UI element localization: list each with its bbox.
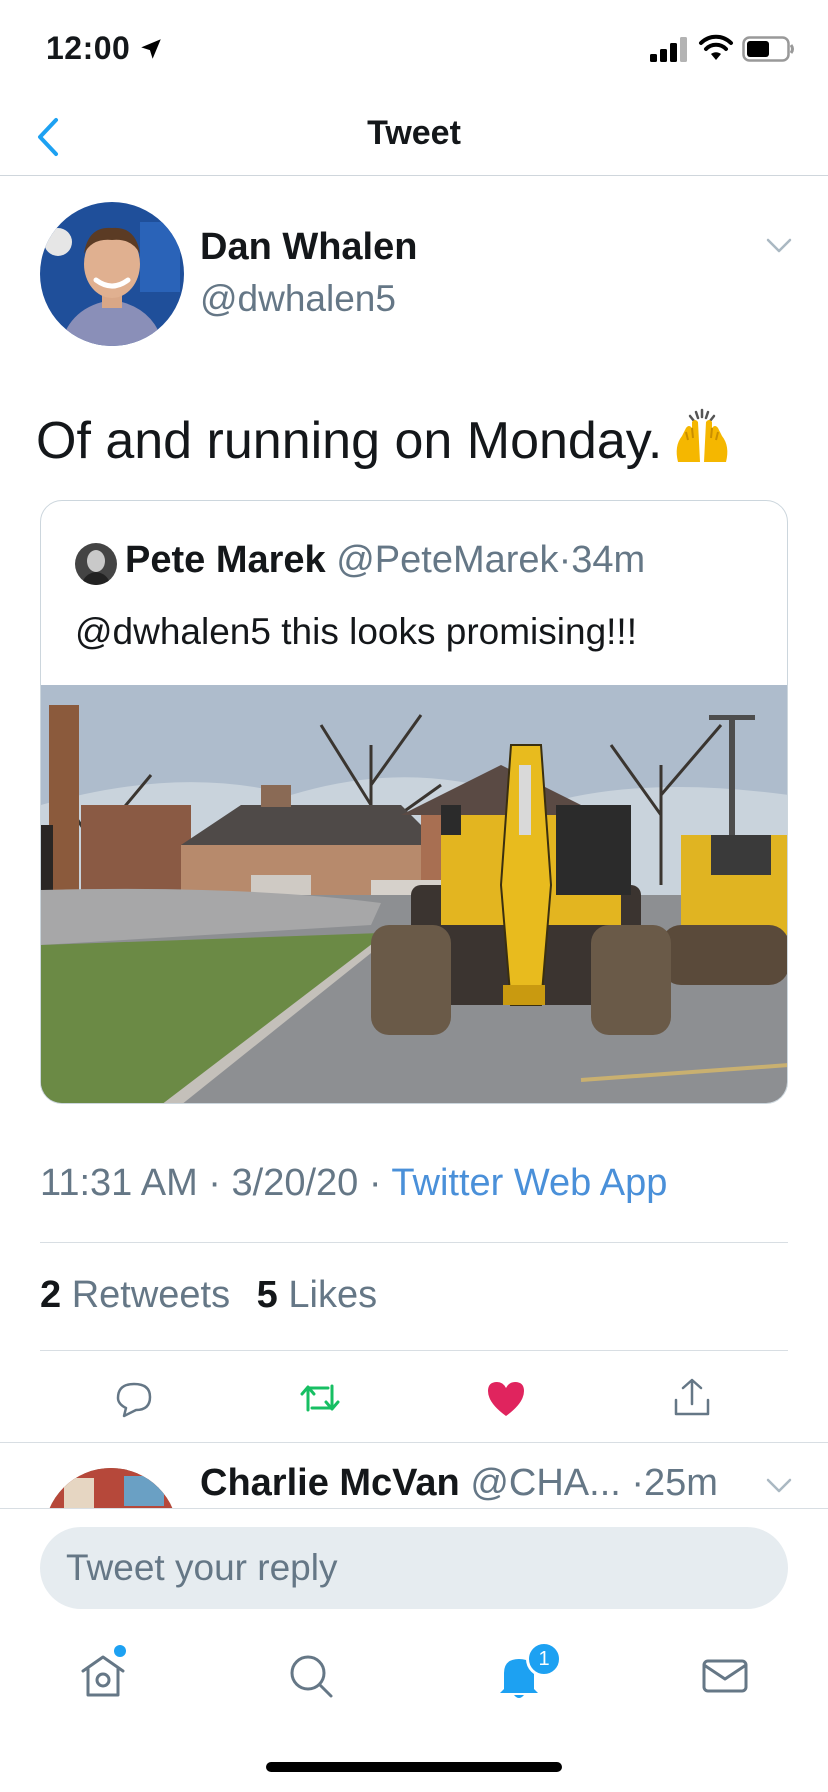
divider — [40, 1350, 788, 1351]
reply-icon[interactable] — [112, 1376, 156, 1420]
tweet-text-content: Of and running on Monday. — [36, 412, 663, 470]
author-name[interactable]: Dan Whalen — [200, 226, 417, 269]
search-icon[interactable] — [284, 1649, 338, 1703]
section-divider — [0, 1442, 828, 1443]
reply-separator: · — [631, 1462, 645, 1504]
home-unread-dot — [114, 1645, 126, 1657]
reply-age: 25m — [644, 1462, 718, 1504]
bottom-panel: 1 — [0, 1508, 828, 1792]
quoted-tweet-card[interactable]: Pete Marek @PeteMarek·34m @dwhalen5 this… — [40, 500, 788, 1104]
reply-header[interactable]: Charlie McVan @CHA... ·25m — [200, 1462, 718, 1505]
tweet-source-link[interactable]: Twitter Web App — [391, 1162, 667, 1204]
quoted-tweet-age: 34m — [571, 539, 646, 581]
quoted-tweet-photo[interactable] — [41, 685, 788, 1104]
reply-options-chevron-down-icon[interactable] — [764, 1474, 794, 1498]
divider — [40, 1242, 788, 1243]
retweets-label[interactable]: Retweets — [72, 1274, 230, 1316]
meta-separator: · — [208, 1162, 221, 1204]
quoted-tweet-header: Pete Marek @PeteMarek·34m — [125, 539, 645, 582]
retweets-count[interactable]: 2 — [40, 1274, 61, 1316]
home-indicator — [266, 1762, 562, 1772]
nav-header: Tweet — [0, 100, 828, 176]
tweet-meta: 11:31 AM · 3/20/20 · Twitter Web App — [40, 1162, 667, 1205]
author-handle[interactable]: @dwhalen5 — [200, 278, 396, 320]
quoted-author-handle: @PeteMarek — [336, 539, 559, 581]
notifications-badge: 1 — [526, 1641, 562, 1677]
page-title: Tweet — [367, 114, 461, 152]
raising-hands-emoji — [677, 408, 728, 462]
reply-input[interactable] — [40, 1527, 788, 1609]
cellular-signal-icon — [650, 37, 687, 62]
author-avatar[interactable] — [40, 202, 184, 346]
status-bar: 12:00 — [0, 0, 828, 100]
meta-separator: · — [368, 1162, 382, 1204]
wifi-icon — [699, 34, 733, 60]
battery-icon — [742, 36, 794, 62]
retweet-icon[interactable] — [298, 1376, 342, 1420]
tweet-timestamp: 11:31 AM — [40, 1162, 198, 1204]
quoted-tweet-text: @dwhalen5 this looks promising!!! — [75, 611, 637, 652]
messages-icon[interactable] — [698, 1649, 752, 1703]
quoted-author-avatar — [75, 543, 117, 585]
tweet-date: 3/20/20 — [231, 1162, 359, 1204]
tweet-options-chevron-down-icon[interactable] — [764, 234, 794, 258]
likes-count[interactable]: 5 — [257, 1274, 278, 1316]
author-avatar-image — [40, 202, 184, 346]
tweet-stats: 2 Retweets 5 Likes — [40, 1274, 393, 1317]
tweet-text: Of and running on Monday. — [36, 408, 732, 471]
share-icon[interactable] — [670, 1376, 714, 1420]
likes-label[interactable]: Likes — [288, 1274, 377, 1316]
home-icon[interactable] — [76, 1649, 130, 1703]
quoted-author-name: Pete Marek — [125, 539, 326, 581]
quoted-separator: · — [558, 539, 572, 581]
location-arrow-icon — [141, 39, 161, 59]
status-time: 12:00 — [46, 30, 131, 66]
reply-author-name: Charlie McVan — [200, 1462, 460, 1504]
like-heart-icon[interactable] — [484, 1376, 528, 1420]
reply-author-handle: @CHA... — [470, 1462, 621, 1504]
